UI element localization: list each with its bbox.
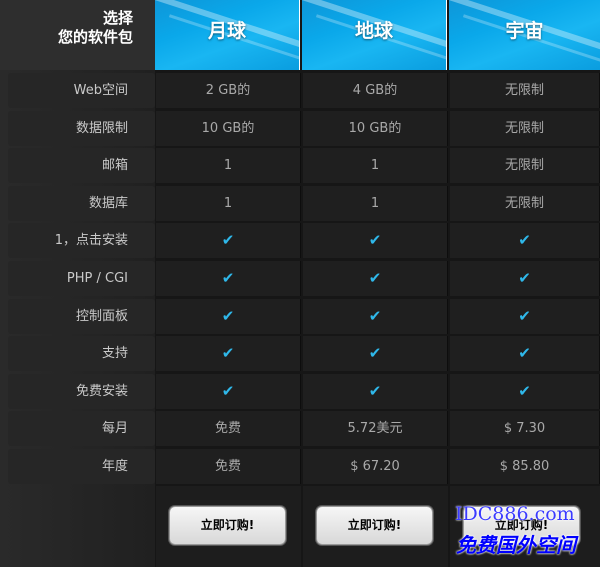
table-cell: ✔ (303, 336, 448, 372)
check-icon: ✔ (368, 269, 382, 287)
pricing-table: 选择 您的软件包 月球 地球 宇宙 Web空间 2 GB的 4 GB的 无限制 数据限制… (0, 0, 600, 567)
table-cell: ✔ (156, 298, 301, 334)
table-cell: 1 (156, 148, 301, 184)
table-cell: ✔ (156, 336, 301, 372)
check-icon: ✔ (518, 344, 531, 363)
table-row: 免费安装 ✔ ✔ ✔ (0, 373, 600, 410)
table-cell: 10 GB的 (156, 110, 301, 146)
table-cell: 10 GB的 (303, 110, 448, 146)
plan-header-earth: 地球 (302, 0, 447, 70)
row-label: Web空间 (8, 73, 155, 108)
row-label: 数据库 (8, 185, 155, 221)
row-label: 免费安装 (8, 373, 155, 409)
check-icon: ✔ (518, 381, 531, 400)
check-icon: ✔ (368, 231, 382, 250)
plan-footer-earth: 立即订购! (303, 486, 448, 567)
table-cell: ✔ (303, 373, 448, 409)
table-cell: ✔ (450, 336, 600, 372)
check-icon: ✔ (368, 306, 382, 325)
check-icon: ✔ (221, 231, 235, 250)
check-icon: ✔ (518, 269, 531, 287)
plan-footer-moon: 立即订购! (156, 486, 301, 567)
check-icon: ✔ (221, 306, 235, 325)
table-cell: ✔ (450, 261, 600, 296)
row-label: 控制面板 (8, 298, 155, 334)
plan-header-moon: 月球 (155, 0, 300, 70)
row-label: 支持 (8, 336, 155, 372)
table-cell: ✔ (156, 373, 301, 409)
plan-name: 宇宙 (505, 20, 544, 42)
choose-title-line1: 选择 (102, 9, 133, 27)
watermark-domain: IDC886.com (455, 503, 575, 525)
check-icon: ✔ (368, 381, 382, 400)
row-label: PHP / CGI (8, 261, 155, 296)
watermark-text: 免费国外空间 (456, 533, 576, 557)
table-cell: 1 (303, 185, 448, 221)
table-cell: 免费 (156, 449, 301, 484)
table-row: 邮箱 1 1 无限制 (0, 147, 600, 184)
table-row: 1，点击安装 ✔ ✔ ✔ (0, 222, 600, 259)
row-label: 数据限制 (8, 110, 155, 146)
row-label: 年度 (8, 449, 155, 484)
table-cell: ✔ (156, 223, 301, 259)
check-icon: ✔ (221, 344, 235, 363)
table-cell: 无限制 (450, 148, 600, 184)
table-row: Web空间 2 GB的 4 GB的 无限制 (0, 72, 600, 109)
row-label: 1，点击安装 (8, 223, 155, 259)
check-icon: ✔ (221, 381, 235, 400)
table-cell: 免费 (156, 411, 301, 447)
check-icon: ✔ (368, 344, 382, 363)
check-icon: ✔ (518, 231, 531, 250)
table-row: 控制面板 ✔ ✔ ✔ (0, 298, 600, 335)
table-cell: ✔ (450, 373, 600, 409)
choose-title-line2: 您的软件包 (57, 28, 133, 46)
table-row: 数据库 1 1 无限制 (0, 185, 600, 222)
plan-header-universe: 宇宙 (449, 0, 600, 70)
choose-package-header: 选择 您的软件包 (0, 0, 155, 70)
table-cell: 5.72美元 (303, 411, 448, 447)
table-cell: $ 85.80 (450, 449, 600, 484)
table-cell: 1 (156, 185, 301, 221)
table-row: PHP / CGI ✔ ✔ ✔ (0, 260, 600, 297)
plan-name: 地球 (354, 20, 393, 42)
table-cell: ✔ (303, 223, 448, 259)
table-cell: 4 GB的 (303, 73, 448, 108)
table-row: 年度 免费 $ 67.20 $ 85.80 (0, 448, 600, 485)
table-cell: $ 7.30 (450, 411, 600, 447)
check-icon: ✔ (221, 269, 235, 287)
table-cell: $ 67.20 (303, 449, 448, 484)
table-cell: ✔ (156, 261, 301, 296)
table-cell: ✔ (303, 261, 448, 296)
table-cell: 1 (303, 148, 448, 184)
row-label: 邮箱 (8, 148, 155, 184)
plan-name: 月球 (207, 20, 246, 42)
table-cell: 无限制 (450, 73, 600, 108)
order-now-button[interactable]: 立即订购! (169, 506, 286, 545)
table-row: 每月 免费 5.72美元 $ 7.30 (0, 410, 600, 447)
table-cell: 无限制 (450, 110, 600, 146)
table-cell: ✔ (303, 298, 448, 334)
check-icon: ✔ (518, 306, 531, 325)
table-cell: 无限制 (450, 185, 600, 221)
order-now-button[interactable]: 立即订购! (316, 506, 433, 545)
table-row: 支持 ✔ ✔ ✔ (0, 335, 600, 372)
table-row: 数据限制 10 GB的 10 GB的 无限制 (0, 110, 600, 147)
table-cell: 2 GB的 (156, 73, 301, 108)
table-cell: ✔ (450, 223, 600, 259)
row-label: 每月 (8, 411, 155, 447)
table-cell: ✔ (450, 298, 600, 334)
